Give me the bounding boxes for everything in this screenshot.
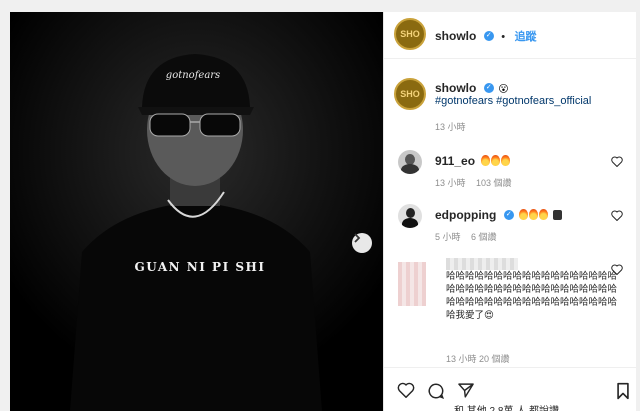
spam-comment-meta: 13 小時 20 個讚 [446, 354, 510, 364]
like-comment-button[interactable] [611, 210, 623, 224]
caption-username[interactable]: showlo [435, 81, 476, 95]
comment-time: 13 小時 [435, 178, 466, 188]
chevron-right-icon [354, 233, 361, 243]
bookmark-icon [617, 382, 629, 400]
caption-avatar[interactable]: SHO [394, 78, 426, 110]
caption-time: 13 小時 [435, 122, 466, 132]
like-comment-button[interactable] [611, 264, 623, 278]
comment-likes[interactable]: 6 個讚 [471, 232, 497, 242]
instagram-post: gotnofears GUAN NI PI SHI SHO showlo ✓ •… [10, 12, 636, 411]
caption-avatar-text: SHO [400, 89, 420, 99]
separator-dot: • [501, 31, 506, 43]
heart-icon [611, 210, 623, 222]
blurred-username [446, 258, 518, 270]
like-comment-button[interactable] [611, 156, 623, 170]
next-image-button[interactable] [352, 233, 372, 253]
save-button[interactable] [616, 382, 630, 405]
verified-badge-icon: ✓ [503, 209, 514, 220]
caption-hashtags[interactable]: #gotnofears #gotnofears_official [435, 95, 591, 107]
avatar[interactable]: SHO [394, 18, 426, 50]
commenter-avatar[interactable] [398, 150, 422, 174]
heart-icon [611, 264, 623, 276]
comment: edpopping ✓ 5 小時 6 個讚 [384, 204, 636, 244]
header-username[interactable]: showlo [435, 29, 476, 43]
caption-emoji: 😮 [498, 84, 509, 95]
cap-logo-text: gotnofears [165, 70, 221, 81]
spam-comment-text: 哈哈哈哈哈哈哈哈哈哈哈哈哈哈哈哈哈哈哈哈哈哈哈哈哈哈哈哈哈哈哈哈哈哈哈哈哈哈哈哈… [446, 271, 618, 321]
heart-icon [397, 382, 415, 399]
fire-emoji-icon [518, 206, 549, 223]
commenter-avatar[interactable] [398, 204, 422, 228]
comment-time: 5 小時 [435, 232, 461, 242]
avatar-text: SHO [400, 29, 420, 39]
comment-bubble-icon [428, 383, 445, 400]
heart-icon [611, 156, 623, 168]
share-button[interactable] [457, 382, 475, 404]
likes-summary[interactable]: 和 其他 2.8萬 人 都說讚 [454, 402, 559, 411]
post-photo[interactable]: gotnofears GUAN NI PI SHI [10, 12, 383, 411]
comment-username[interactable]: 911_eo [435, 154, 475, 168]
gesture-emoji-icon [552, 209, 562, 220]
blurred-avatar [398, 262, 426, 306]
fire-emoji-icon [480, 152, 510, 169]
verified-badge-icon: ✓ [483, 82, 494, 93]
like-button[interactable] [397, 382, 415, 403]
comment-likes[interactable]: 103 個讚 [476, 178, 512, 188]
comment-username[interactable]: edpopping [435, 208, 496, 222]
shirt-text: GUAN NI PI SHI [134, 260, 266, 274]
comment: 911_eo 13 小時 103 個讚 [384, 150, 636, 190]
send-icon [458, 383, 474, 398]
post-header: SHO showlo ✓ • 追蹤 [384, 12, 636, 59]
comment-button[interactable] [427, 382, 445, 405]
follow-button[interactable]: 追蹤 [515, 31, 537, 43]
post-sidebar: SHO showlo ✓ • 追蹤 SHO showlo ✓ 😮 #gotnof… [383, 12, 636, 411]
verified-badge-icon: ✓ [483, 30, 494, 41]
